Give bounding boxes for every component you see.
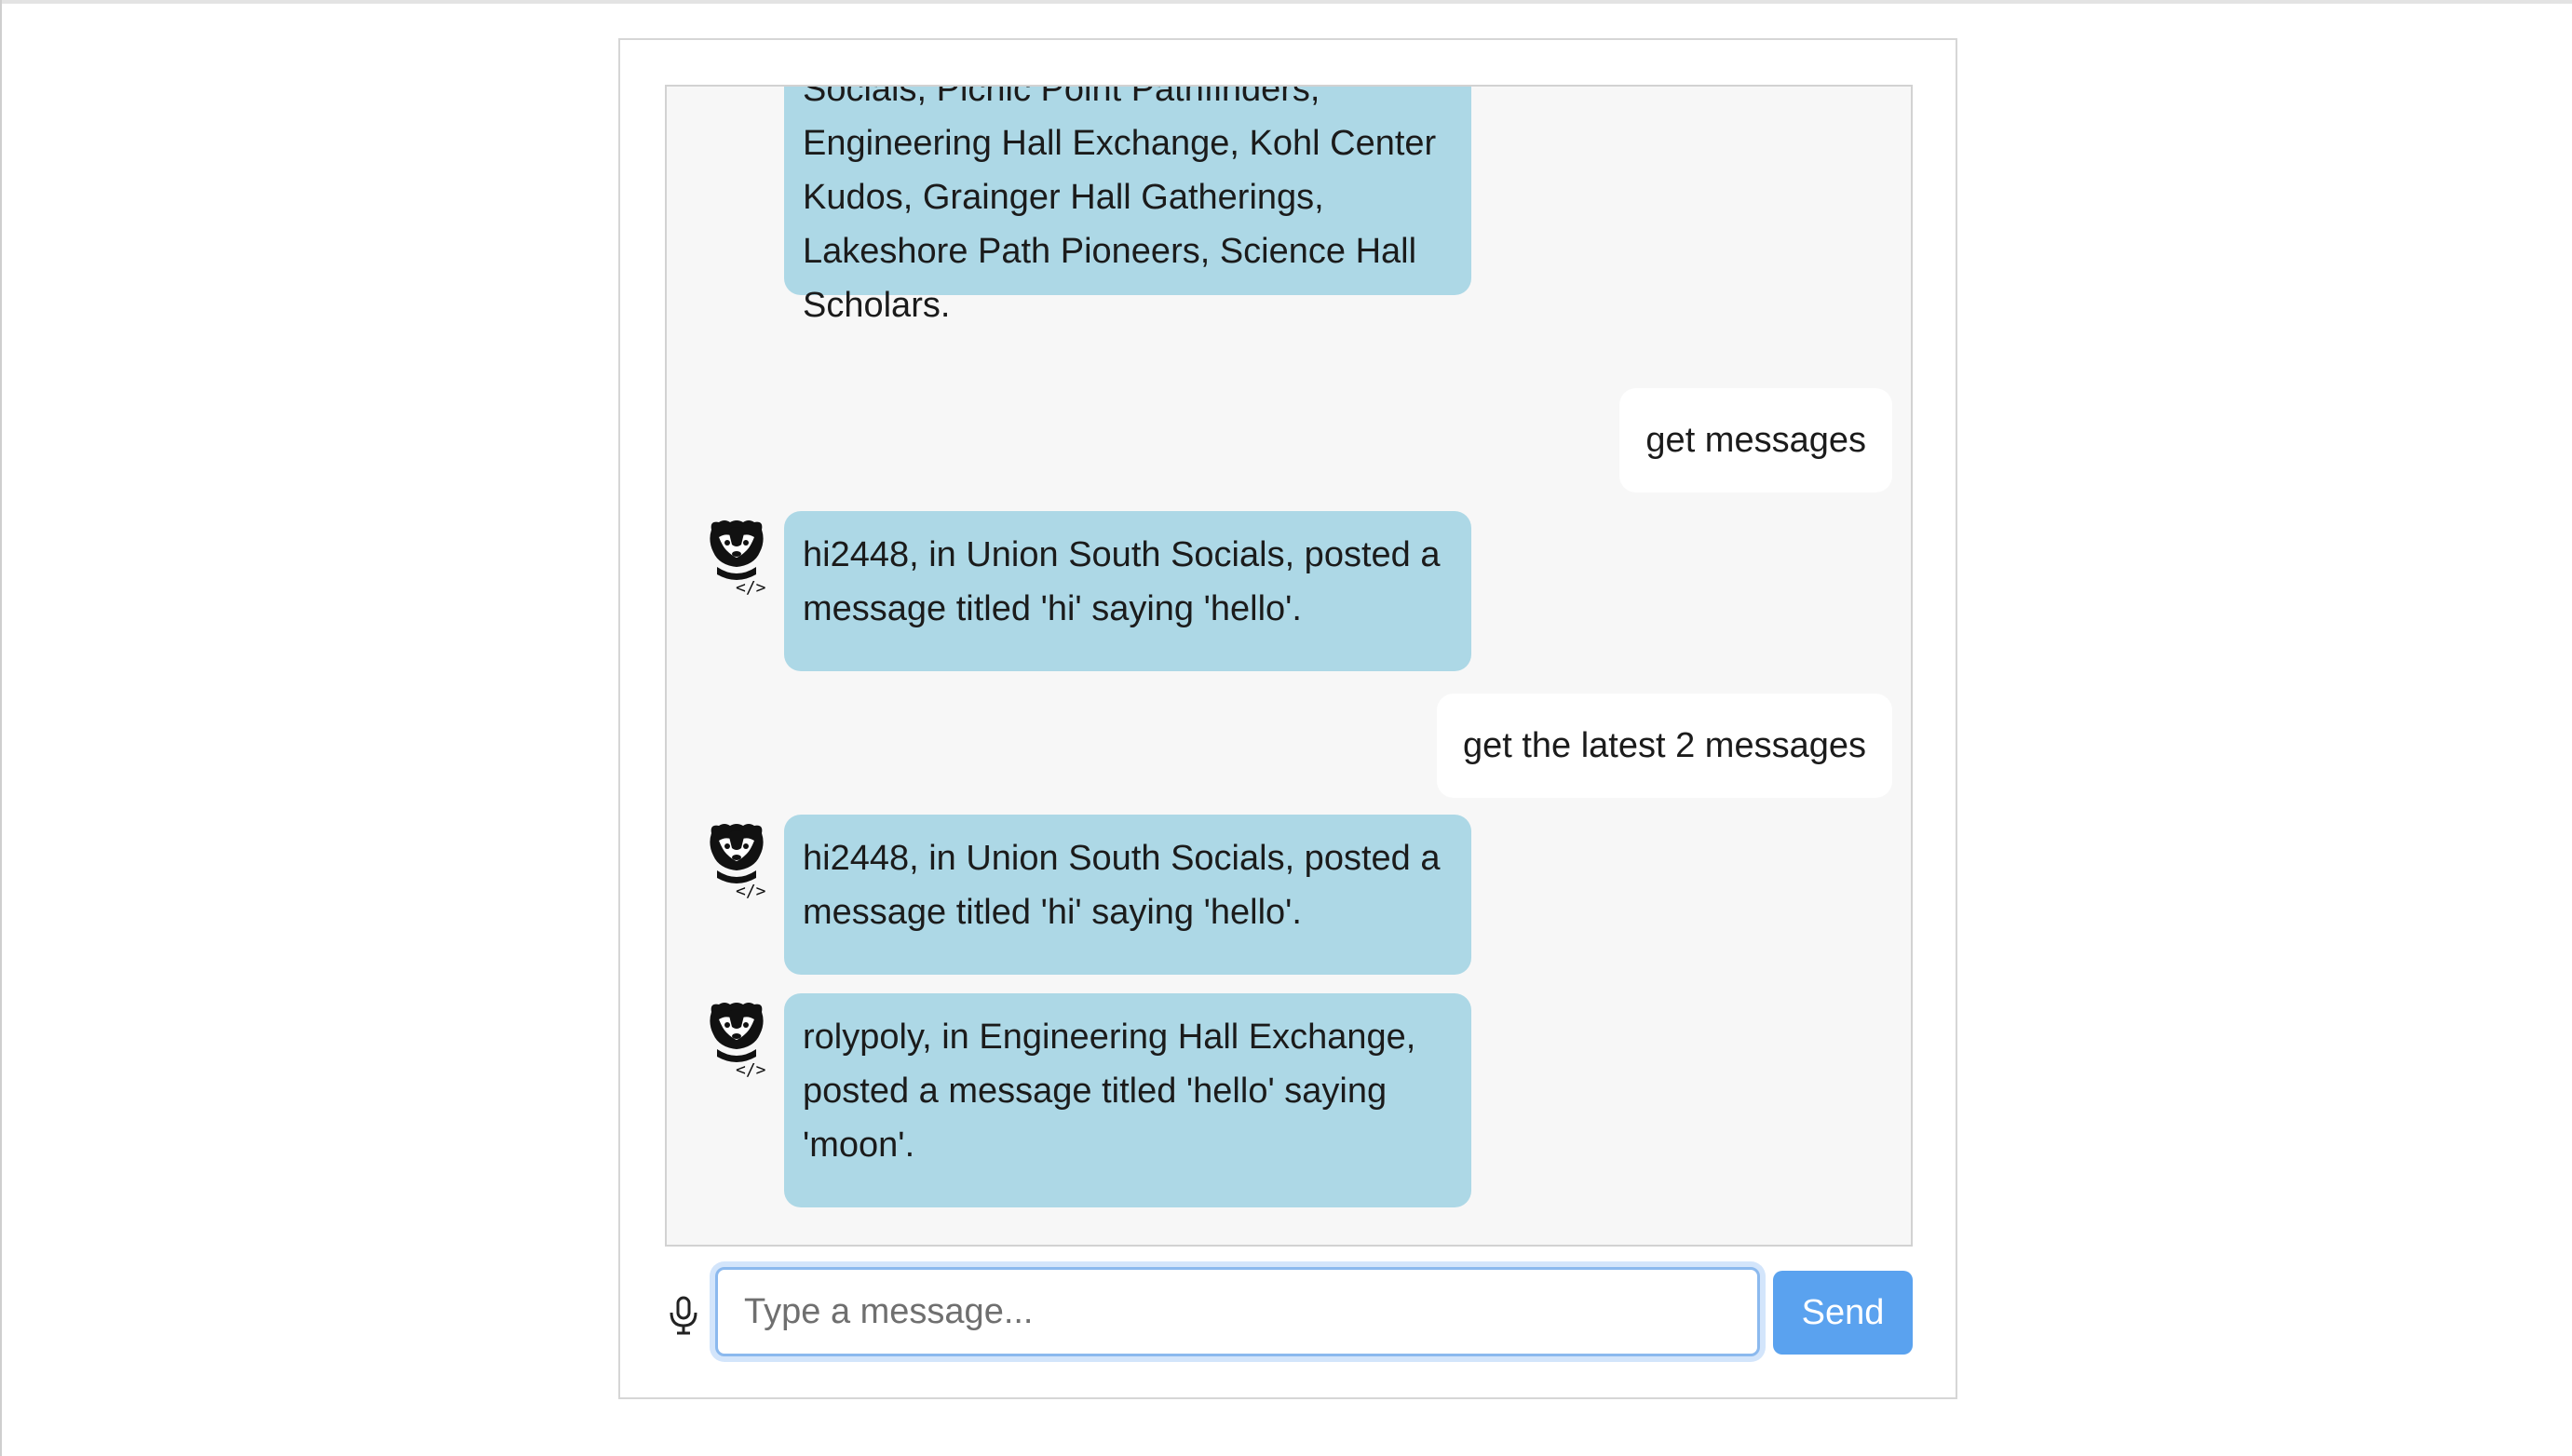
browser-left-edge <box>0 0 2 1456</box>
badger-coder-icon: </> <box>710 824 766 900</box>
message-line: hi2448, in Union South Socials, posted a <box>803 535 1441 574</box>
browser-top-edge <box>0 0 2572 4</box>
message-line: Kudos, Grainger Hall Gatherings, <box>803 178 1324 217</box>
message-line: message titled 'hi' saying 'hello'. <box>803 589 1302 628</box>
assistant-message: hi2448, in Union South Socials, posted a… <box>784 815 1471 975</box>
microphone-icon[interactable] <box>667 1296 700 1335</box>
badger-coder-icon: </> <box>710 1003 766 1079</box>
badger-coder-icon: </> <box>710 520 766 597</box>
chat-history[interactable]: Socials, Picnic Point Pathfinders, Engin… <box>665 85 1913 1247</box>
message-line: rolypoly, in Engineering Hall Exchange, <box>803 1018 1416 1057</box>
message-line: Scholars. <box>803 286 951 325</box>
svg-text:</>: </> <box>736 882 766 900</box>
message-line: 'moon'. <box>803 1126 915 1165</box>
message-line: Engineering Hall Exchange, Kohl Center <box>803 124 1437 163</box>
assistant-message: hi2448, in Union South Socials, posted a… <box>784 511 1471 671</box>
user-message: get messages <box>1619 388 1892 492</box>
message-line: posted a message titled 'hello' saying <box>803 1072 1388 1111</box>
send-button[interactable]: Send <box>1773 1271 1913 1355</box>
user-message: get the latest 2 messages <box>1436 694 1892 798</box>
svg-text:</>: </> <box>736 578 766 597</box>
message-line: Lakeshore Path Pioneers, Science Hall <box>803 232 1417 271</box>
message-line: Socials, Picnic Point Pathfinders, <box>803 85 1320 109</box>
svg-text:</>: </> <box>736 1060 766 1079</box>
message-line: hi2448, in Union South Socials, posted a <box>803 839 1441 878</box>
assistant-message: rolypoly, in Engineering Hall Exchange, … <box>784 993 1471 1207</box>
assistant-message: Socials, Picnic Point Pathfinders, Engin… <box>784 85 1471 325</box>
message-input[interactable] <box>715 1267 1760 1356</box>
message-line: message titled 'hi' saying 'hello'. <box>803 893 1302 932</box>
